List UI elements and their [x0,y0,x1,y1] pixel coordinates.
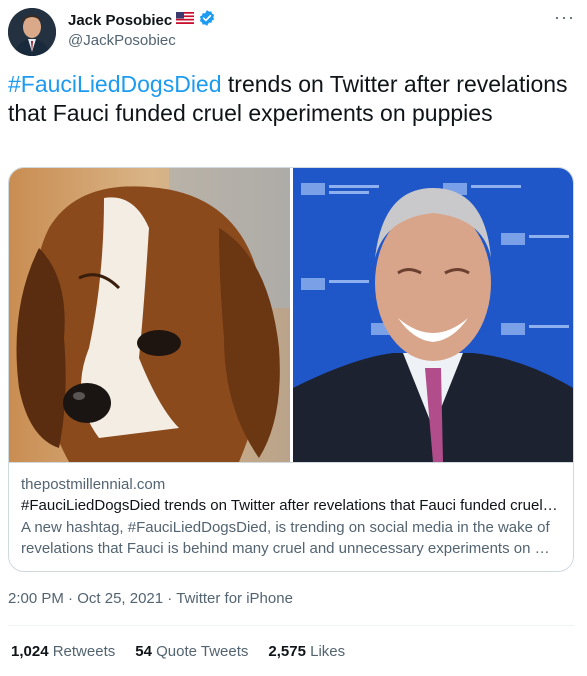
hashtag-link[interactable]: #FauciLiedDogsDied [8,71,222,97]
card-media [9,168,573,462]
quote-tweets-count: 54 [135,643,152,660]
tweet-stats: 1,024 Retweets 54 Quote Tweets 2,575 Lik… [11,643,345,660]
tweet-source[interactable]: Twitter for iPhone [176,590,293,607]
verified-badge-icon [198,9,216,32]
likes-stat[interactable]: 2,575 Likes [268,643,345,660]
tweet-date[interactable]: Oct 25, 2021 [77,590,163,607]
card-title[interactable]: #FauciLiedDogsDied trends on Twitter aft… [21,496,561,516]
author-display-name[interactable]: Jack Posobiec [68,12,172,29]
retweets-count: 1,024 [11,643,49,660]
author-handle[interactable]: @JackPosobiec [68,32,216,49]
tweet-meta: 2:00 PM · Oct 25, 2021 · Twitter for iPh… [8,590,293,607]
quote-tweets-label: Quote Tweets [156,643,249,660]
tweet-header: Jack Posobiec @JackPosobiec ··· [8,8,579,58]
divider [8,625,574,626]
fauci-image [293,168,573,462]
card-domain: thepostmillennial.com [21,476,166,493]
us-flag-icon [176,11,195,29]
card-description: A new hashtag, #FauciLiedDogsDied, is tr… [21,519,550,557]
retweets-label: Retweets [52,643,116,660]
tweet-text: #FauciLiedDogsDied trends on Twitter aft… [8,70,568,128]
link-card[interactable]: thepostmillennial.com #FauciLiedDogsDied… [8,167,574,572]
quote-tweets-stat[interactable]: 54 Quote Tweets [135,643,248,660]
likes-count: 2,575 [268,643,306,660]
avatar[interactable] [8,8,56,56]
meta-separator: · [63,590,78,607]
card-body: thepostmillennial.com #FauciLiedDogsDied… [9,462,573,559]
meta-separator: · [163,590,177,607]
tweet-time[interactable]: 2:00 PM [8,590,64,607]
retweets-stat[interactable]: 1,024 Retweets [11,643,115,660]
beagle-puppy-image [9,168,290,462]
more-options-icon[interactable]: ··· [554,8,575,26]
likes-label: Likes [310,643,346,660]
